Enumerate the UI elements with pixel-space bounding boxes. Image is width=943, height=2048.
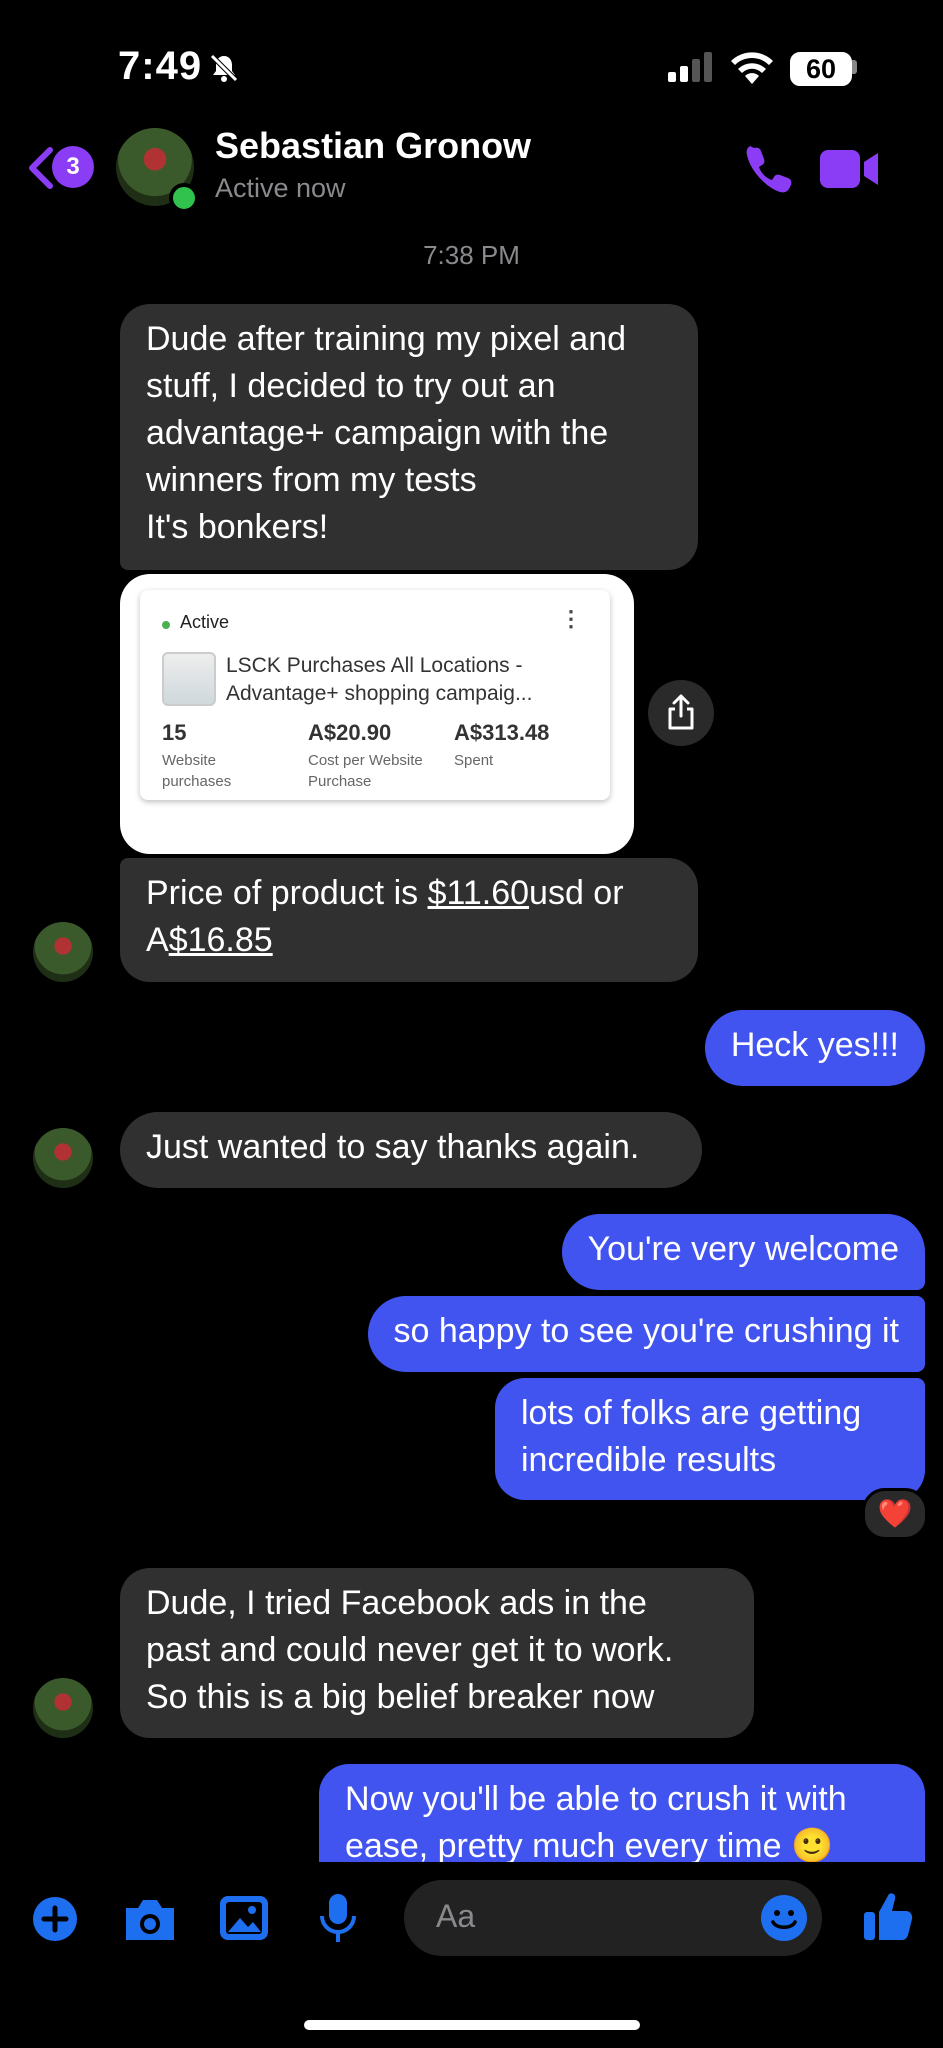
- silent-bell-icon: [210, 54, 238, 82]
- campaign-title: LSCK Purchases All Locations - Advantage…: [226, 654, 533, 705]
- heart-reaction[interactable]: ❤️: [862, 1488, 928, 1540]
- more-options-icon: ⋮: [560, 606, 582, 631]
- plus-icon[interactable]: [32, 1896, 78, 1942]
- emoji-icon[interactable]: [760, 1894, 808, 1942]
- sender-avatar[interactable]: [33, 1678, 93, 1738]
- share-icon: [668, 694, 694, 730]
- incoming-message[interactable]: Price of product is $11.60usd or A$16.85: [120, 858, 698, 982]
- message-text: A: [146, 921, 169, 959]
- battery-indicator: 60: [790, 52, 852, 86]
- status-time: 7:49: [118, 44, 203, 88]
- stat-label: Cost per Website Purchase: [308, 752, 423, 790]
- microphone-icon[interactable]: [318, 1892, 358, 1944]
- outgoing-message[interactable]: lots of folks are getting incredible res…: [495, 1378, 925, 1500]
- contact-name[interactable]: Sebastian Gronow: [215, 125, 531, 167]
- stat-value: A$20.90: [308, 720, 392, 745]
- gallery-icon[interactable]: [218, 1894, 270, 1942]
- incoming-message[interactable]: Dude after training my pixel and stuff, …: [120, 304, 698, 570]
- incoming-message[interactable]: Just wanted to say thanks again.: [120, 1112, 702, 1188]
- sender-avatar[interactable]: [33, 922, 93, 982]
- stat-label: Spent: [454, 752, 494, 769]
- stat-label: Website purchases: [162, 752, 232, 790]
- wifi-icon: [731, 52, 773, 84]
- shared-image-ad-screenshot[interactable]: Active ⋮ LSCK Purchases All Locations - …: [120, 574, 634, 854]
- share-button[interactable]: [648, 680, 714, 746]
- home-indicator: [304, 2020, 640, 2030]
- contact-status: Active now: [215, 173, 346, 203]
- outgoing-message[interactable]: Heck yes!!!: [704, 1010, 925, 1086]
- back-chevron-icon[interactable]: [26, 146, 54, 190]
- camera-icon[interactable]: [122, 1896, 178, 1942]
- phone-call-icon[interactable]: [744, 144, 794, 194]
- cellular-signal-icon: [668, 52, 712, 82]
- campaign-thumbnail: [162, 652, 216, 706]
- active-dot: [162, 621, 170, 629]
- incoming-message[interactable]: Dude, I tried Facebook ads in the past a…: [120, 1568, 754, 1738]
- price-link[interactable]: $16.85: [169, 921, 273, 959]
- outgoing-message[interactable]: so happy to see you're crushing it: [367, 1296, 925, 1372]
- stat-value: A$313.48: [454, 720, 550, 745]
- message-placeholder: Aa: [436, 1898, 476, 1934]
- outgoing-message[interactable]: You're very welcome: [561, 1214, 925, 1290]
- chat-timestamp: 7:38 PM: [423, 240, 520, 270]
- message-text: Price of product is: [146, 874, 428, 912]
- sender-avatar[interactable]: [33, 1128, 93, 1188]
- thumbs-up-icon[interactable]: [862, 1888, 914, 1944]
- stat-value: 15: [162, 720, 187, 745]
- ad-campaign-card: Active ⋮ LSCK Purchases All Locations - …: [140, 590, 610, 800]
- online-indicator: [169, 183, 199, 213]
- price-link[interactable]: $11.60: [428, 874, 529, 912]
- message-text: usd or: [529, 874, 624, 912]
- campaign-status: Active: [180, 612, 230, 632]
- unread-count-badge[interactable]: 3: [52, 146, 94, 188]
- battery-nub: [852, 60, 857, 74]
- video-call-icon[interactable]: [820, 148, 880, 190]
